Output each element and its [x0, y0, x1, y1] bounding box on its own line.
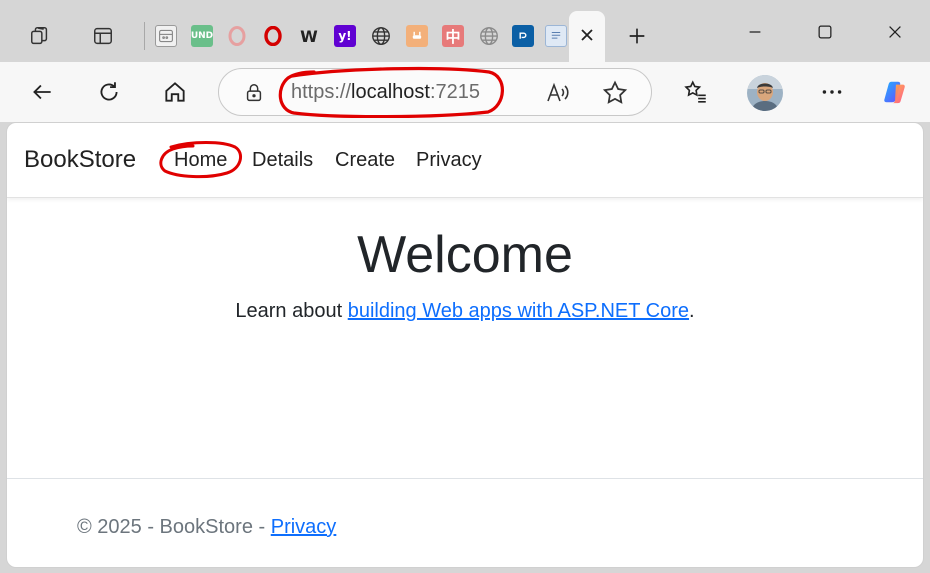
nav-privacy[interactable]: Privacy — [416, 149, 482, 172]
opera-red-favicon[interactable] — [260, 23, 286, 49]
back-arrow-icon[interactable] — [26, 76, 58, 108]
window-close-icon[interactable] — [875, 16, 915, 48]
more-icon[interactable] — [816, 76, 848, 108]
intro-suffix: . — [689, 300, 695, 322]
footer-privacy-link[interactable]: Privacy — [271, 516, 337, 538]
active-tab[interactable] — [569, 11, 605, 66]
page-title: Welcome — [357, 226, 573, 284]
document-favicon[interactable] — [543, 23, 569, 49]
url-text[interactable]: https://localhost:7215 — [291, 81, 480, 104]
browser-toolbar: https://localhost:7215 — [0, 62, 930, 122]
intro-text: Learn about building Web apps with ASP.N… — [7, 300, 923, 323]
tab-strip: UND W y! 中 — [0, 0, 930, 66]
home-icon[interactable] — [159, 76, 191, 108]
intro-prefix: Learn about — [235, 300, 348, 322]
footer-copyright: © 2025 - BookStore - Privacy — [77, 516, 336, 539]
plus-icon[interactable] — [622, 21, 652, 51]
collections-icon[interactable] — [25, 21, 55, 51]
nav-home[interactable]: Home — [174, 149, 227, 172]
lock-icon[interactable] — [243, 82, 265, 104]
refresh-icon[interactable] — [93, 76, 125, 108]
brand-link[interactable]: BookStore — [24, 146, 136, 174]
nav-create[interactable]: Create — [335, 149, 395, 172]
close-icon[interactable] — [575, 23, 599, 47]
zhong-favicon[interactable]: 中 — [440, 23, 466, 49]
tab-actions-icon[interactable] — [88, 21, 118, 51]
copilot-icon[interactable] — [879, 76, 911, 108]
globe-gray-favicon[interactable] — [476, 23, 502, 49]
globe-favicon[interactable] — [368, 23, 394, 49]
footer-text: © 2025 - BookStore - — [77, 516, 271, 538]
maximize-icon[interactable] — [805, 16, 845, 48]
favorite-star-icon[interactable] — [601, 79, 629, 107]
plug-favicon[interactable] — [404, 23, 430, 49]
read-aloud-icon[interactable] — [543, 79, 571, 107]
site-navbar: BookStore Home Details Create Privacy — [7, 123, 923, 198]
profile-avatar[interactable] — [747, 75, 783, 111]
favorites-list-icon[interactable] — [680, 76, 712, 108]
page-viewport: BookStore Home Details Create Privacy We… — [6, 122, 924, 568]
und-favicon[interactable]: UND — [189, 23, 215, 49]
opera-favicon[interactable] — [224, 23, 250, 49]
address-bar[interactable]: https://localhost:7215 — [218, 68, 652, 116]
nav-details[interactable]: Details — [252, 149, 313, 172]
minimize-icon[interactable] — [735, 16, 775, 48]
site-footer: © 2025 - BookStore - Privacy — [7, 478, 923, 567]
w-favicon[interactable]: W — [296, 23, 322, 49]
yahoo-favicon[interactable]: y! — [332, 23, 358, 49]
aspnet-docs-link[interactable]: building Web apps with ASP.NET Core — [348, 300, 689, 322]
blue-app-favicon[interactable] — [510, 23, 536, 49]
calendar-favicon[interactable] — [153, 23, 179, 49]
